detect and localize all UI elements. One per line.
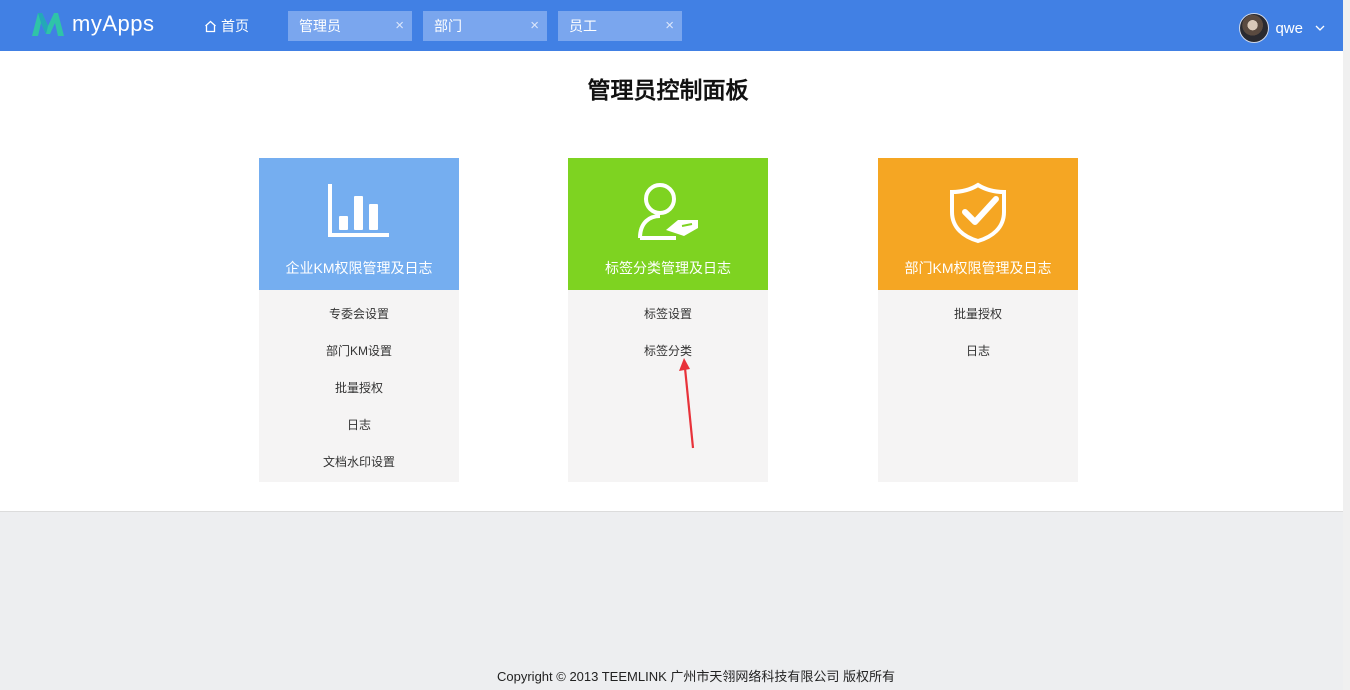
card-title: 标签分类管理及日志 (605, 260, 731, 276)
avatar (1239, 13, 1270, 43)
card-title: 企业KM权限管理及日志 (285, 260, 433, 276)
annotation-arrow-icon (679, 358, 695, 449)
app-name: myApps (72, 11, 155, 36)
app-logo[interactable]: myApps (30, 10, 154, 38)
logo-icon (32, 13, 64, 36)
home-icon (205, 20, 216, 32)
page-title: 管理员控制面板 (587, 78, 749, 104)
link-tag-settings[interactable]: 标签设置 (568, 306, 768, 343)
link-department-km-settings[interactable]: 部门KM设置 (259, 343, 459, 380)
tab-label: 部门 (434, 18, 462, 34)
bar-chart-icon (328, 184, 389, 237)
link-batch-authorize[interactable]: 批量授权 (878, 306, 1078, 343)
card-title: 部门KM权限管理及日志 (904, 260, 1052, 276)
tab-department[interactable]: 部门 × (423, 11, 547, 41)
footer-copyright: Copyright © 2013 TEEMLINK 广州市天翎网络科技有限公司 … (497, 669, 895, 684)
shield-check-icon (950, 182, 1006, 244)
tab-employee[interactable]: 员工 × (558, 11, 682, 41)
close-icon[interactable]: × (665, 11, 674, 41)
home-label: 首页 (221, 18, 249, 34)
tab-admin[interactable]: 管理员 × (288, 11, 412, 41)
link-watermark-settings[interactable]: 文档水印设置 (259, 454, 459, 491)
top-nav-bar: myApps 首页 管理员 × 部门 × 员工 × qwe (0, 0, 1343, 51)
card-header[interactable]: 企业KM权限管理及日志 (259, 158, 459, 290)
chevron-down-icon (1315, 25, 1325, 31)
close-icon[interactable]: × (530, 11, 539, 41)
link-log[interactable]: 日志 (259, 417, 459, 454)
link-tag-category[interactable]: 标签分类 (568, 343, 768, 380)
user-tag-icon (638, 183, 698, 240)
card-department-km: 部门KM权限管理及日志 批量授权 日志 (878, 158, 1078, 482)
tab-label: 管理员 (299, 18, 341, 34)
card-header[interactable]: 标签分类管理及日志 (568, 158, 768, 290)
username: qwe (1275, 19, 1303, 37)
user-menu[interactable]: qwe (1239, 13, 1325, 43)
card-tag-category: 标签分类管理及日志 标签设置 标签分类 (568, 158, 768, 482)
main-panel: 管理员控制面板 企业KM权限管理及日志 专委会设置 部门KM设置 批量授权 日志… (0, 51, 1343, 512)
link-batch-authorize[interactable]: 批量授权 (259, 380, 459, 417)
close-icon[interactable]: × (395, 11, 404, 41)
card-header[interactable]: 部门KM权限管理及日志 (878, 158, 1078, 290)
card-enterprise-km: 企业KM权限管理及日志 专委会设置 部门KM设置 批量授权 日志 文档水印设置 (259, 158, 459, 482)
home-link[interactable]: 首页 (204, 16, 249, 36)
link-log[interactable]: 日志 (878, 343, 1078, 380)
scrollbar[interactable] (1343, 0, 1350, 690)
link-committee-settings[interactable]: 专委会设置 (259, 306, 459, 343)
tab-label: 员工 (569, 18, 597, 34)
